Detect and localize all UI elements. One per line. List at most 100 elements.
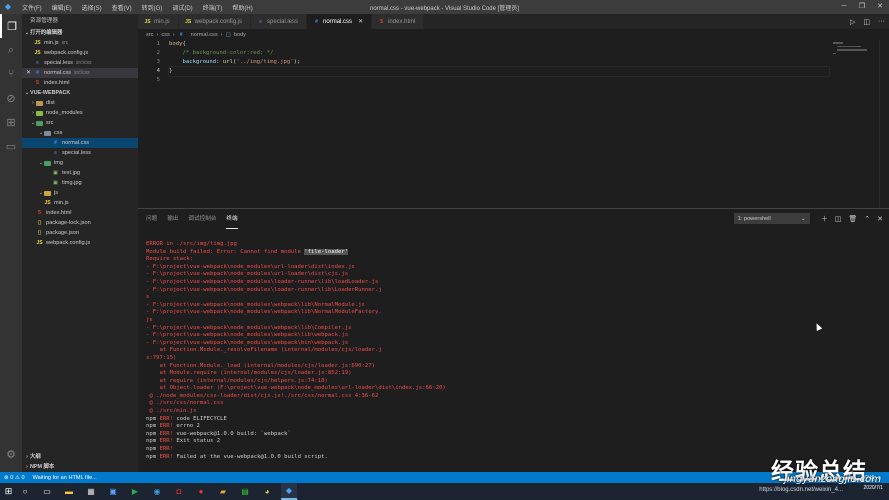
minimize-icon[interactable]: ─ [835, 0, 853, 14]
split-editor-icon[interactable]: ◫ [863, 18, 870, 26]
tree-folder-dist[interactable]: › dist [22, 98, 138, 108]
task-view-icon[interactable]: ▭ [39, 483, 55, 500]
browser-icon[interactable]: ◉ [149, 483, 165, 500]
search-icon[interactable]: ⌕ [0, 38, 22, 62]
menu-debug[interactable]: 调试(D) [167, 3, 197, 12]
tab-webpack-config[interactable]: JS webpack.config.js [178, 14, 252, 29]
media-player-icon[interactable]: ▶ [127, 483, 143, 500]
problems-status[interactable]: ⊗ 0 ⚠ 0 [4, 475, 25, 481]
close-icon[interactable]: ✕ [26, 68, 32, 78]
tree-file-normal-css[interactable]: # normal.css [22, 138, 138, 148]
code-line[interactable]: /* background-color:red; */ [169, 49, 829, 58]
breadcrumb-file[interactable]: normal.css [191, 32, 218, 38]
new-terminal-icon[interactable]: ＋ [821, 214, 828, 224]
tab-min-js[interactable]: JS min.js [138, 14, 179, 29]
breadcrumb-src[interactable]: src [146, 32, 153, 38]
tree-file-webpack-config-js[interactable]: JS webpack.config.js [22, 238, 138, 248]
tab-output[interactable]: 输出 [167, 209, 178, 229]
tree-file-min-js[interactable]: JS min.js [22, 198, 138, 208]
live-server-status[interactable]: Waiting for an HTML file... [33, 475, 97, 481]
menu-edit[interactable]: 编辑(E) [47, 3, 77, 12]
maximize-panel-icon[interactable]: ⌃ [864, 215, 870, 223]
minimap[interactable] [833, 42, 869, 62]
tree-file-timg-jpg[interactable]: ▣ timg.jpg [22, 178, 138, 188]
open-editor-item[interactable]: JS min.js src [22, 38, 138, 48]
photos-icon[interactable]: ▣ [105, 483, 121, 500]
run-icon[interactable]: ▷ [850, 18, 855, 26]
chevron-right-icon: › [220, 31, 223, 38]
menu-view[interactable]: 查看(V) [107, 3, 137, 12]
record-icon[interactable]: ● [193, 483, 209, 500]
tree-folder-node-modules[interactable]: › node_modules [22, 108, 138, 118]
folder-icon [36, 100, 43, 106]
settings-gear-icon[interactable]: ⚙ [0, 442, 22, 466]
tree-file-index-html[interactable]: 5 index.html [22, 208, 138, 218]
tree-folder-src[interactable]: ⌄ src [22, 118, 138, 128]
code-line[interactable] [169, 76, 829, 85]
menu-help[interactable]: 帮助(H) [227, 3, 257, 12]
tree-folder-js[interactable]: ⌄ js [22, 188, 138, 198]
more-actions-icon[interactable]: ··· [878, 18, 885, 25]
menu-go[interactable]: 转到(G) [137, 3, 168, 12]
tab-special-less[interactable]: ≡ special.less [251, 14, 308, 29]
source-control-icon[interactable]: ⑂ [0, 62, 22, 86]
chrome-icon[interactable]: ◕ [259, 483, 275, 500]
outline-section[interactable]: › 大纲 [22, 452, 138, 462]
remote-icon[interactable]: ▭ [0, 134, 22, 158]
tab-index-html[interactable]: 5 index.html [372, 14, 425, 29]
project-section[interactable]: ⌄VUE-WEBPACK [22, 88, 138, 98]
tab-normal-css[interactable]: # normal.css ✕ [307, 14, 373, 29]
js-file-icon: JS [36, 240, 43, 246]
folder-app-icon[interactable]: ▰ [215, 483, 231, 500]
terminal-select[interactable]: 1: powershell ⌄ [733, 213, 810, 224]
split-terminal-icon[interactable]: ◫ [835, 215, 842, 223]
menu-file[interactable]: 文件(F) [17, 3, 47, 12]
open-editor-item-active[interactable]: ✕ # normal.css src\css [22, 68, 138, 78]
tree-file-test-jpg[interactable]: ▣ test.jpg [22, 168, 138, 178]
code-line[interactable]: body{ [169, 40, 829, 49]
npm-scripts-section[interactable]: › NPM 脚本 [22, 462, 138, 472]
app-icon[interactable]: ◘ [171, 483, 187, 500]
tab-problems[interactable]: 问题 [146, 209, 157, 229]
tab-debug-console[interactable]: 调试控制台 [188, 209, 216, 229]
vscode-taskbar-icon[interactable]: ◆ [281, 483, 297, 500]
breadcrumb-symbol[interactable]: body [234, 32, 246, 38]
terminal-app-icon[interactable]: ▤ [237, 483, 253, 500]
trash-icon[interactable]: 🗑 [848, 215, 857, 223]
image-file-icon: ▣ [53, 170, 58, 176]
css-file-icon: # [315, 18, 318, 25]
windows-start-icon[interactable]: ⊞ [0, 483, 17, 500]
explorer-icon[interactable]: ❐ [0, 14, 22, 38]
file-explorer-icon[interactable]: ▬ [61, 483, 77, 500]
tree-file-special-less[interactable]: ≡ special.less [22, 148, 138, 158]
restore-icon[interactable]: ❐ [853, 0, 871, 14]
tree-folder-img[interactable]: ⌄ img [22, 158, 138, 168]
search-icon[interactable]: ○ [17, 483, 33, 500]
less-file-icon: ≡ [36, 60, 39, 66]
tab-terminal[interactable]: 终端 [226, 209, 238, 229]
code-line[interactable]: background: url('../img/timg.jpg'); [169, 58, 829, 67]
extensions-icon[interactable]: ⊞ [0, 110, 22, 134]
line-number: 4 [156, 68, 160, 74]
tree-file-package-lock-json[interactable]: {} package-lock.json [22, 218, 138, 228]
code-editor[interactable]: 1 2 3 4 5 body{ /* background-color:red;… [138, 40, 889, 208]
open-editor-item[interactable]: ≡ special.less src\css [22, 58, 138, 68]
code-lines[interactable]: body{ /* background-color:red; */ backgr… [168, 40, 830, 85]
breadcrumb-css[interactable]: css [161, 32, 169, 38]
watermark-blog: https://blog.csdn.net/weixin_4... [759, 487, 843, 493]
tree-folder-css[interactable]: ⌄ css [22, 128, 138, 138]
menu-selection[interactable]: 选择(S) [77, 3, 107, 12]
editor-scrollbar[interactable] [879, 40, 889, 208]
terminal-output[interactable]: ERROR in ./src/img/timg.jpg Module build … [146, 241, 881, 461]
menu-terminal[interactable]: 终端(T) [198, 3, 228, 12]
close-window-icon[interactable]: ✕ [871, 0, 889, 14]
open-editor-item[interactable]: JS webpack.config.js [22, 48, 138, 58]
tree-file-package-json[interactable]: {} package.json [22, 228, 138, 238]
calculator-icon[interactable]: ▦ [83, 483, 99, 500]
open-editors-section[interactable]: ⌄打开的编辑器 [22, 28, 138, 38]
code-line-current[interactable]: } [168, 66, 830, 77]
close-panel-icon[interactable]: ✕ [877, 215, 883, 223]
debug-icon[interactable]: ⊘ [0, 86, 22, 110]
open-editor-item[interactable]: 5 index.html [22, 78, 138, 88]
close-icon[interactable]: ✕ [358, 18, 363, 25]
